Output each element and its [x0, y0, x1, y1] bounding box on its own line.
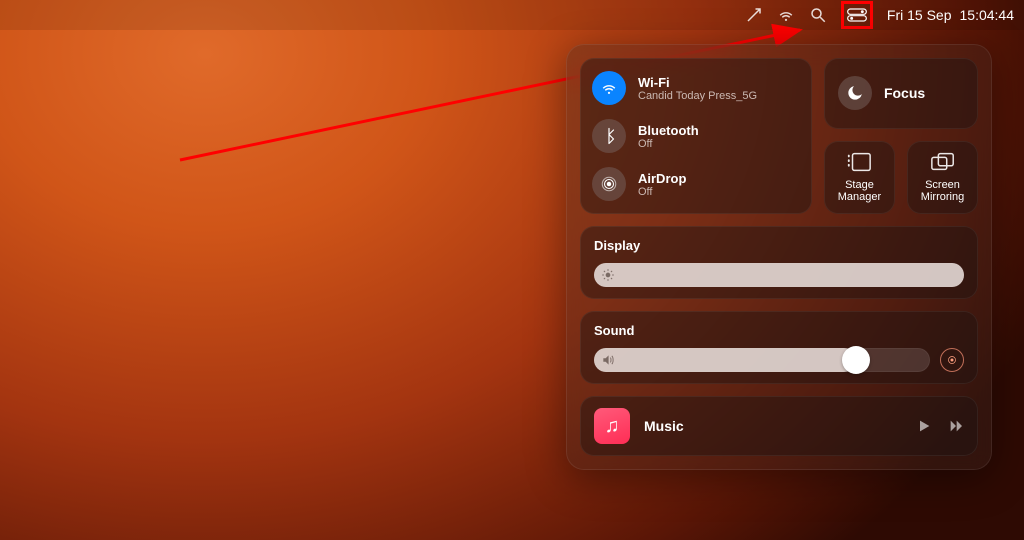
control-center-panel: Wi-Fi Candid Today Press_5G Bluetooth Of…	[566, 44, 992, 470]
control-center-icon[interactable]	[841, 1, 873, 29]
bluetooth-icon	[592, 119, 626, 153]
wifi-icon	[592, 71, 626, 105]
bluetooth-subtitle: Off	[638, 138, 699, 150]
airdrop-toggle[interactable]: AirDrop Off	[592, 160, 800, 208]
action-icon[interactable]	[745, 6, 763, 24]
display-slider[interactable]	[594, 263, 964, 287]
wifi-title: Wi-Fi	[638, 75, 757, 90]
screen-mirroring-icon	[930, 151, 956, 173]
menubar: Fri 15 Sep 15:04:44	[0, 0, 1024, 30]
focus-title: Focus	[884, 85, 925, 101]
stage-manager-tile[interactable]: Stage Manager	[824, 141, 895, 214]
stage-manager-label: Stage Manager	[838, 179, 881, 204]
music-app-icon: ♫	[594, 408, 630, 444]
connectivity-tile: Wi-Fi Candid Today Press_5G Bluetooth Of…	[580, 58, 812, 214]
bluetooth-toggle[interactable]: Bluetooth Off	[592, 112, 800, 160]
moon-icon	[838, 76, 872, 110]
spotlight-icon[interactable]	[809, 6, 827, 24]
airdrop-subtitle: Off	[638, 186, 686, 198]
display-tile: Display	[580, 226, 978, 299]
airplay-audio-icon[interactable]	[940, 348, 964, 372]
music-tile[interactable]: ♫ Music	[580, 396, 978, 456]
menubar-time: 15:04:44	[960, 7, 1015, 23]
screen-mirroring-tile[interactable]: Screen Mirroring	[907, 141, 978, 214]
screen-mirroring-label: Screen Mirroring	[921, 179, 964, 204]
airdrop-icon	[592, 167, 626, 201]
wifi-subtitle: Candid Today Press_5G	[638, 90, 757, 102]
play-icon[interactable]	[916, 418, 932, 434]
brightness-icon	[601, 268, 615, 282]
bluetooth-title: Bluetooth	[638, 123, 699, 138]
display-label: Display	[594, 238, 964, 253]
sound-label: Sound	[594, 323, 964, 338]
focus-tile[interactable]: Focus	[824, 58, 978, 129]
stage-manager-icon	[846, 151, 872, 173]
wifi-icon[interactable]	[777, 6, 795, 24]
airdrop-title: AirDrop	[638, 171, 686, 186]
wifi-toggle[interactable]: Wi-Fi Candid Today Press_5G	[592, 64, 800, 112]
sound-tile: Sound	[580, 311, 978, 384]
menubar-date: Fri 15 Sep	[887, 7, 952, 23]
next-track-icon[interactable]	[948, 418, 964, 434]
sound-slider[interactable]	[594, 348, 930, 372]
music-title: Music	[644, 418, 902, 434]
clock[interactable]: Fri 15 Sep 15:04:44	[887, 7, 1014, 23]
volume-icon	[601, 353, 615, 367]
